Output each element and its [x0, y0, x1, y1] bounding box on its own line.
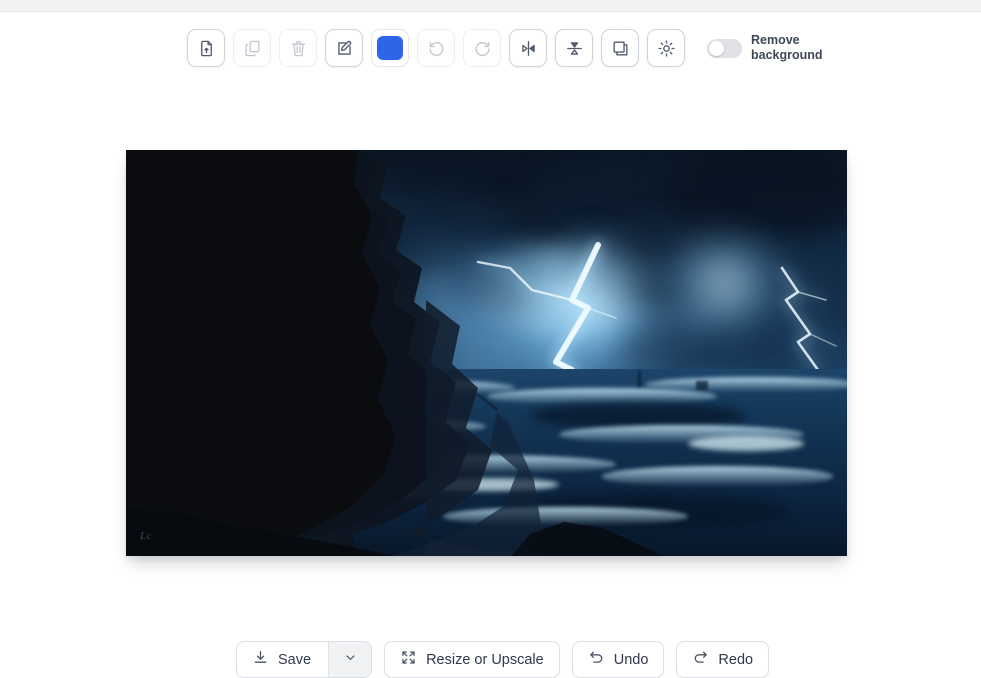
toolbar-button-flip-horizontal[interactable] [509, 29, 547, 67]
flip-vertical-icon [565, 39, 584, 58]
chevron-down-icon [343, 650, 358, 670]
editor-toolbar: Remove background [187, 29, 823, 67]
remove-background-label: Remove background [751, 33, 823, 63]
artwork-signature: Lc [140, 530, 152, 542]
toggle-knob [709, 40, 724, 56]
toolbar-button-color-swatch[interactable] [371, 29, 409, 67]
save-dropdown-button[interactable] [328, 641, 373, 678]
resize-or-upscale-button[interactable]: Resize or Upscale [384, 641, 560, 678]
rotate-left-icon [427, 39, 446, 58]
artwork-stormy-seascape: Lc [126, 150, 847, 556]
image-canvas[interactable]: Lc [126, 150, 847, 556]
toolbar-button-delete[interactable] [279, 29, 317, 67]
save-split-button: Save [236, 641, 373, 678]
toolbar-button-duplicate[interactable] [233, 29, 271, 67]
top-chrome-bar [0, 0, 981, 12]
trash-icon [289, 39, 308, 58]
remove-background-label-line1: Remove [751, 33, 800, 47]
color-swatch-icon [377, 36, 403, 60]
rotate-right-icon [473, 39, 492, 58]
undo-button[interactable]: Undo [571, 641, 665, 678]
undo-arrow-icon [588, 649, 605, 670]
remove-background-toggle[interactable] [707, 38, 742, 58]
toolbar-button-flip-vertical[interactable] [555, 29, 593, 67]
toolbar-button-undo[interactable] [417, 29, 455, 67]
resize-or-upscale-label: Resize or Upscale [426, 651, 544, 668]
toolbar-button-brightness[interactable] [647, 29, 685, 67]
redo-button[interactable]: Redo [676, 641, 770, 678]
remove-background-label-line2: background [751, 48, 823, 62]
toolbar-button-new-file[interactable] [187, 29, 225, 67]
download-icon [252, 649, 269, 670]
undo-button-label: Undo [613, 651, 649, 668]
remove-background-control: Remove background [707, 33, 823, 63]
toolbar-button-shadow[interactable] [601, 29, 639, 67]
cliff-silhouette [126, 150, 662, 556]
redo-arrow-icon [692, 649, 709, 670]
sun-brightness-icon [657, 39, 676, 58]
pencil-square-icon [335, 39, 354, 58]
save-button-label: Save [278, 651, 312, 668]
expand-corners-icon [400, 649, 417, 670]
copy-icon [243, 39, 262, 58]
file-upload-icon [197, 39, 216, 58]
action-bar: Save Resize or Upscale Undo Redo [236, 641, 770, 678]
image-editor-app: Remove background Lc Save Resize or Upsc… [0, 0, 981, 678]
save-button[interactable]: Save [236, 641, 329, 678]
flip-horizontal-icon [519, 39, 538, 58]
layers-square-icon [611, 39, 630, 58]
toolbar-button-redo[interactable] [463, 29, 501, 67]
toolbar-button-edit[interactable] [325, 29, 363, 67]
redo-button-label: Redo [718, 651, 754, 668]
